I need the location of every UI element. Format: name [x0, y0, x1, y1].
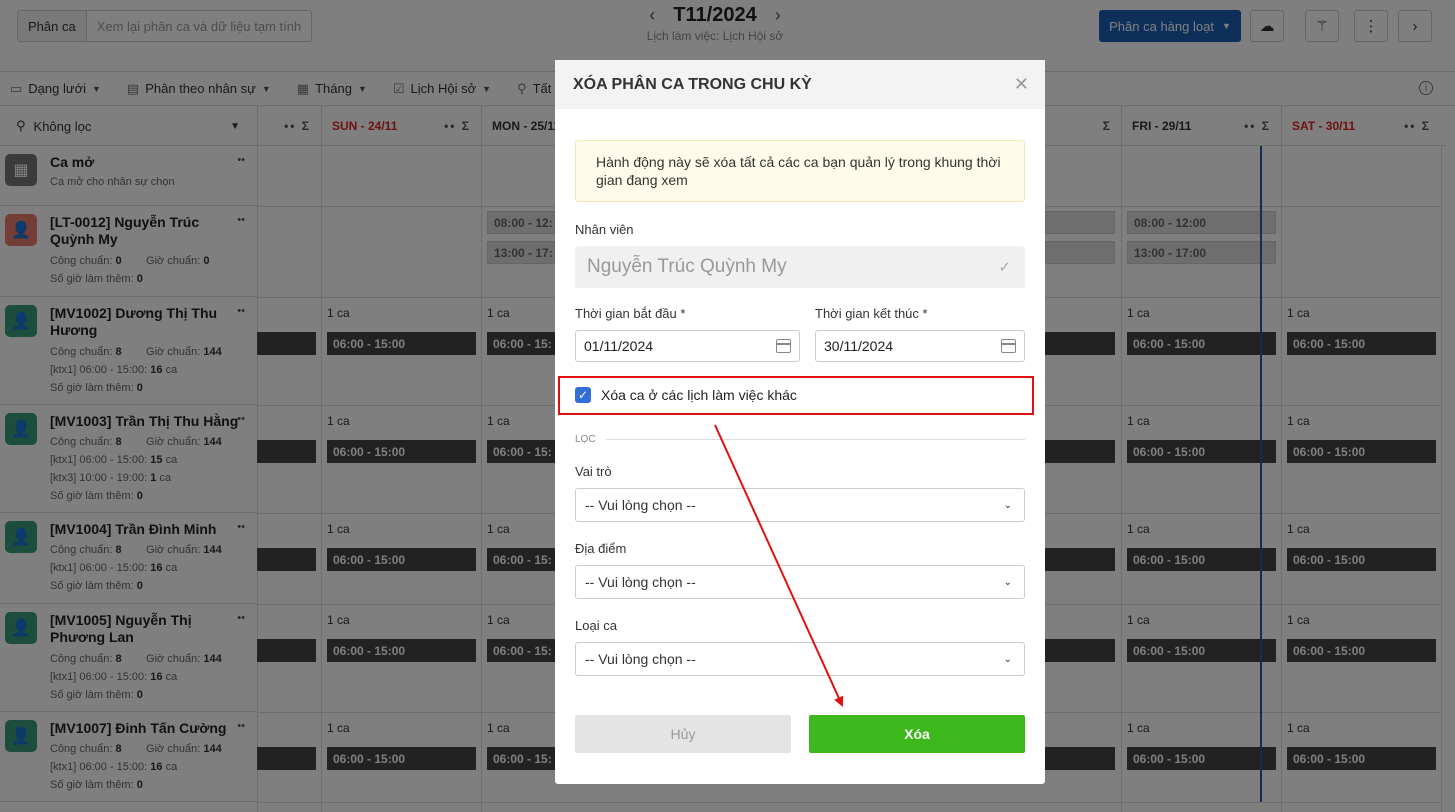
close-icon[interactable]: ✕ [1014, 74, 1029, 95]
location-select-value: -- Vui lòng chọn -- [585, 574, 696, 590]
start-date-value: 01/11/2024 [584, 338, 654, 354]
shift-type-select[interactable]: -- Vui lòng chọn -- ⌄ [575, 642, 1025, 676]
dialog-title: XÓA PHÂN CA TRONG CHU KỲ [573, 75, 812, 93]
employee-label: Nhân viên [575, 222, 634, 237]
filter-section-title: LỌC [575, 434, 596, 445]
shift-type-select-value: -- Vui lòng chọn -- [585, 651, 696, 667]
location-select[interactable]: -- Vui lòng chọn -- ⌄ [575, 565, 1025, 599]
delete-shifts-dialog: XÓA PHÂN CA TRONG CHU KỲ ✕ Hành động này… [555, 60, 1045, 784]
delete-button[interactable]: Xóa [809, 715, 1025, 753]
dialog-header: XÓA PHÂN CA TRONG CHU KỲ ✕ [555, 60, 1045, 109]
highlight-box [558, 376, 1034, 415]
chevron-down-icon: ⌄ [1003, 653, 1012, 665]
shift-type-label: Loại ca [575, 618, 617, 633]
role-select[interactable]: -- Vui lòng chọn -- ⌄ [575, 488, 1025, 522]
end-date-value: 30/11/2024 [824, 338, 894, 354]
end-date-input[interactable]: 30/11/2024 [815, 330, 1025, 362]
warning-alert: Hành động này sẽ xóa tất cả các ca bạn q… [575, 140, 1025, 202]
start-date-input[interactable]: 01/11/2024 [575, 330, 800, 362]
end-date-label: Thời gian kết thúc * [815, 306, 928, 321]
calendar-icon[interactable] [1001, 339, 1016, 353]
employee-value: Nguyễn Trúc Quỳnh My [587, 256, 787, 277]
chevron-down-icon: ⌄ [1003, 499, 1012, 511]
role-label: Vai trò [575, 464, 612, 479]
start-date-label: Thời gian bắt đầu * [575, 306, 686, 321]
filter-section-divider: LỌC [575, 434, 1025, 445]
calendar-icon[interactable] [776, 339, 791, 353]
location-label: Địa điểm [575, 541, 627, 556]
chevron-down-icon: ⌄ [1003, 576, 1012, 588]
role-select-value: -- Vui lòng chọn -- [585, 497, 696, 513]
check-icon: ✓ [998, 259, 1011, 276]
divider [605, 439, 1025, 440]
cancel-button[interactable]: Hủy [575, 715, 791, 753]
employee-field: Nguyễn Trúc Quỳnh My ✓ [575, 246, 1025, 288]
